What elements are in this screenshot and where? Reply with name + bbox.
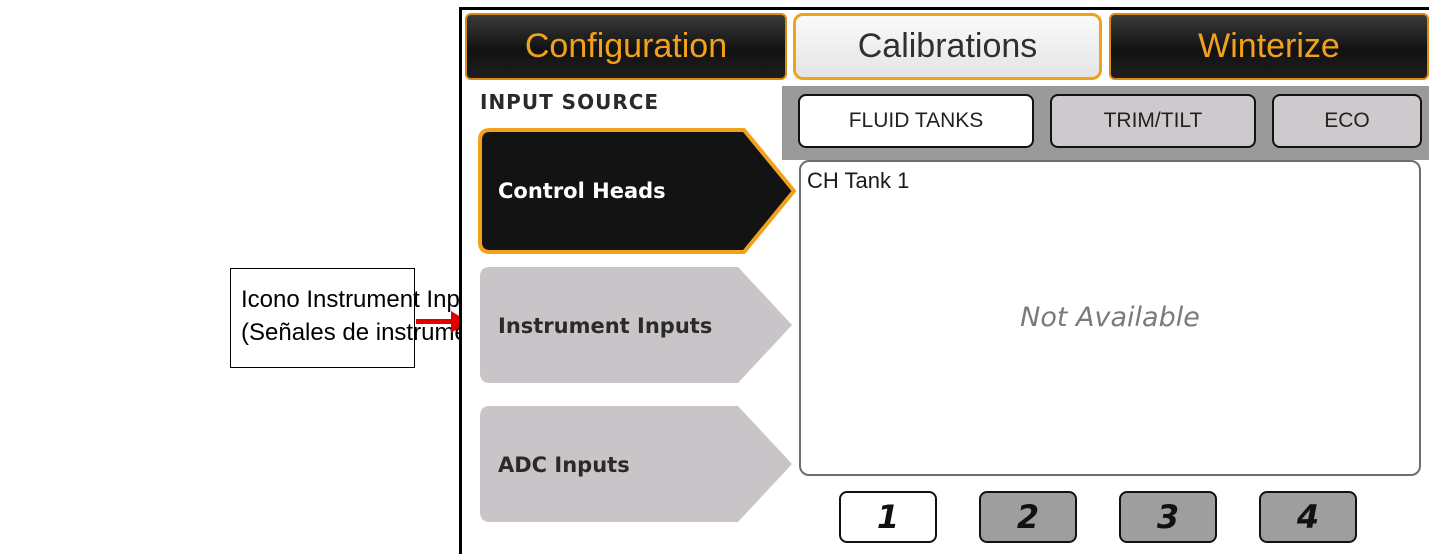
instrument-inputs-label: Instrument Inputs [498, 314, 713, 338]
annotation-line-2: (Señales de instrumentos) [241, 319, 522, 346]
tab-winterize[interactable]: Winterize [1109, 13, 1429, 80]
subtab-eco-label: ECO [1324, 109, 1370, 132]
subtab-trim-tilt-label: TRIM/TILT [1103, 109, 1203, 132]
page-button-1[interactable]: 1 [839, 491, 937, 543]
page-button-2-label: 2 [1016, 498, 1040, 536]
annotation-line-1: Icono Instrument Inputs [241, 286, 492, 313]
input-instrument-inputs-button[interactable]: Instrument Inputs [476, 265, 801, 385]
tab-calibrations[interactable]: Calibrations [793, 13, 1102, 80]
tab-calibrations-label: Calibrations [857, 27, 1038, 65]
subtab-trim-tilt[interactable]: TRIM/TILT [1050, 94, 1256, 148]
subtab-fluid-tanks[interactable]: FLUID TANKS [798, 94, 1034, 148]
tab-winterize-label: Winterize [1198, 27, 1340, 65]
input-source-heading: INPUT SOURCE [480, 90, 660, 114]
page-button-3-label: 3 [1156, 498, 1180, 536]
subtab-fluid-tanks-label: FLUID TANKS [848, 109, 984, 132]
page-button-1-label: 1 [876, 498, 900, 536]
tank-panel: CH Tank 1 Not Available [799, 160, 1421, 476]
page-button-3[interactable]: 3 [1119, 491, 1217, 543]
page-button-4[interactable]: 4 [1259, 491, 1357, 543]
input-adc-inputs-button[interactable]: ADC Inputs [476, 404, 801, 524]
tab-configuration-label: Configuration [524, 27, 728, 65]
subtab-bar: FLUID TANKS TRIM/TILT ECO [782, 86, 1429, 160]
annotation-arrow-line [416, 319, 454, 324]
page-button-4-label: 4 [1296, 498, 1320, 536]
device-screen: Configuration Calibrations Winterize INP… [459, 7, 1429, 554]
control-heads-label: Control Heads [498, 179, 666, 203]
input-control-heads-button[interactable]: Control Heads [476, 126, 801, 256]
subtab-eco[interactable]: ECO [1272, 94, 1422, 148]
adc-inputs-label: ADC Inputs [498, 453, 630, 477]
panel-title: CH Tank 1 [807, 168, 910, 193]
annotation-callout: Icono Instrument Inputs (Señales de inst… [230, 268, 522, 368]
tab-configuration[interactable]: Configuration [465, 13, 787, 80]
panel-status: Not Available [1020, 302, 1200, 333]
page-button-2[interactable]: 2 [979, 491, 1077, 543]
